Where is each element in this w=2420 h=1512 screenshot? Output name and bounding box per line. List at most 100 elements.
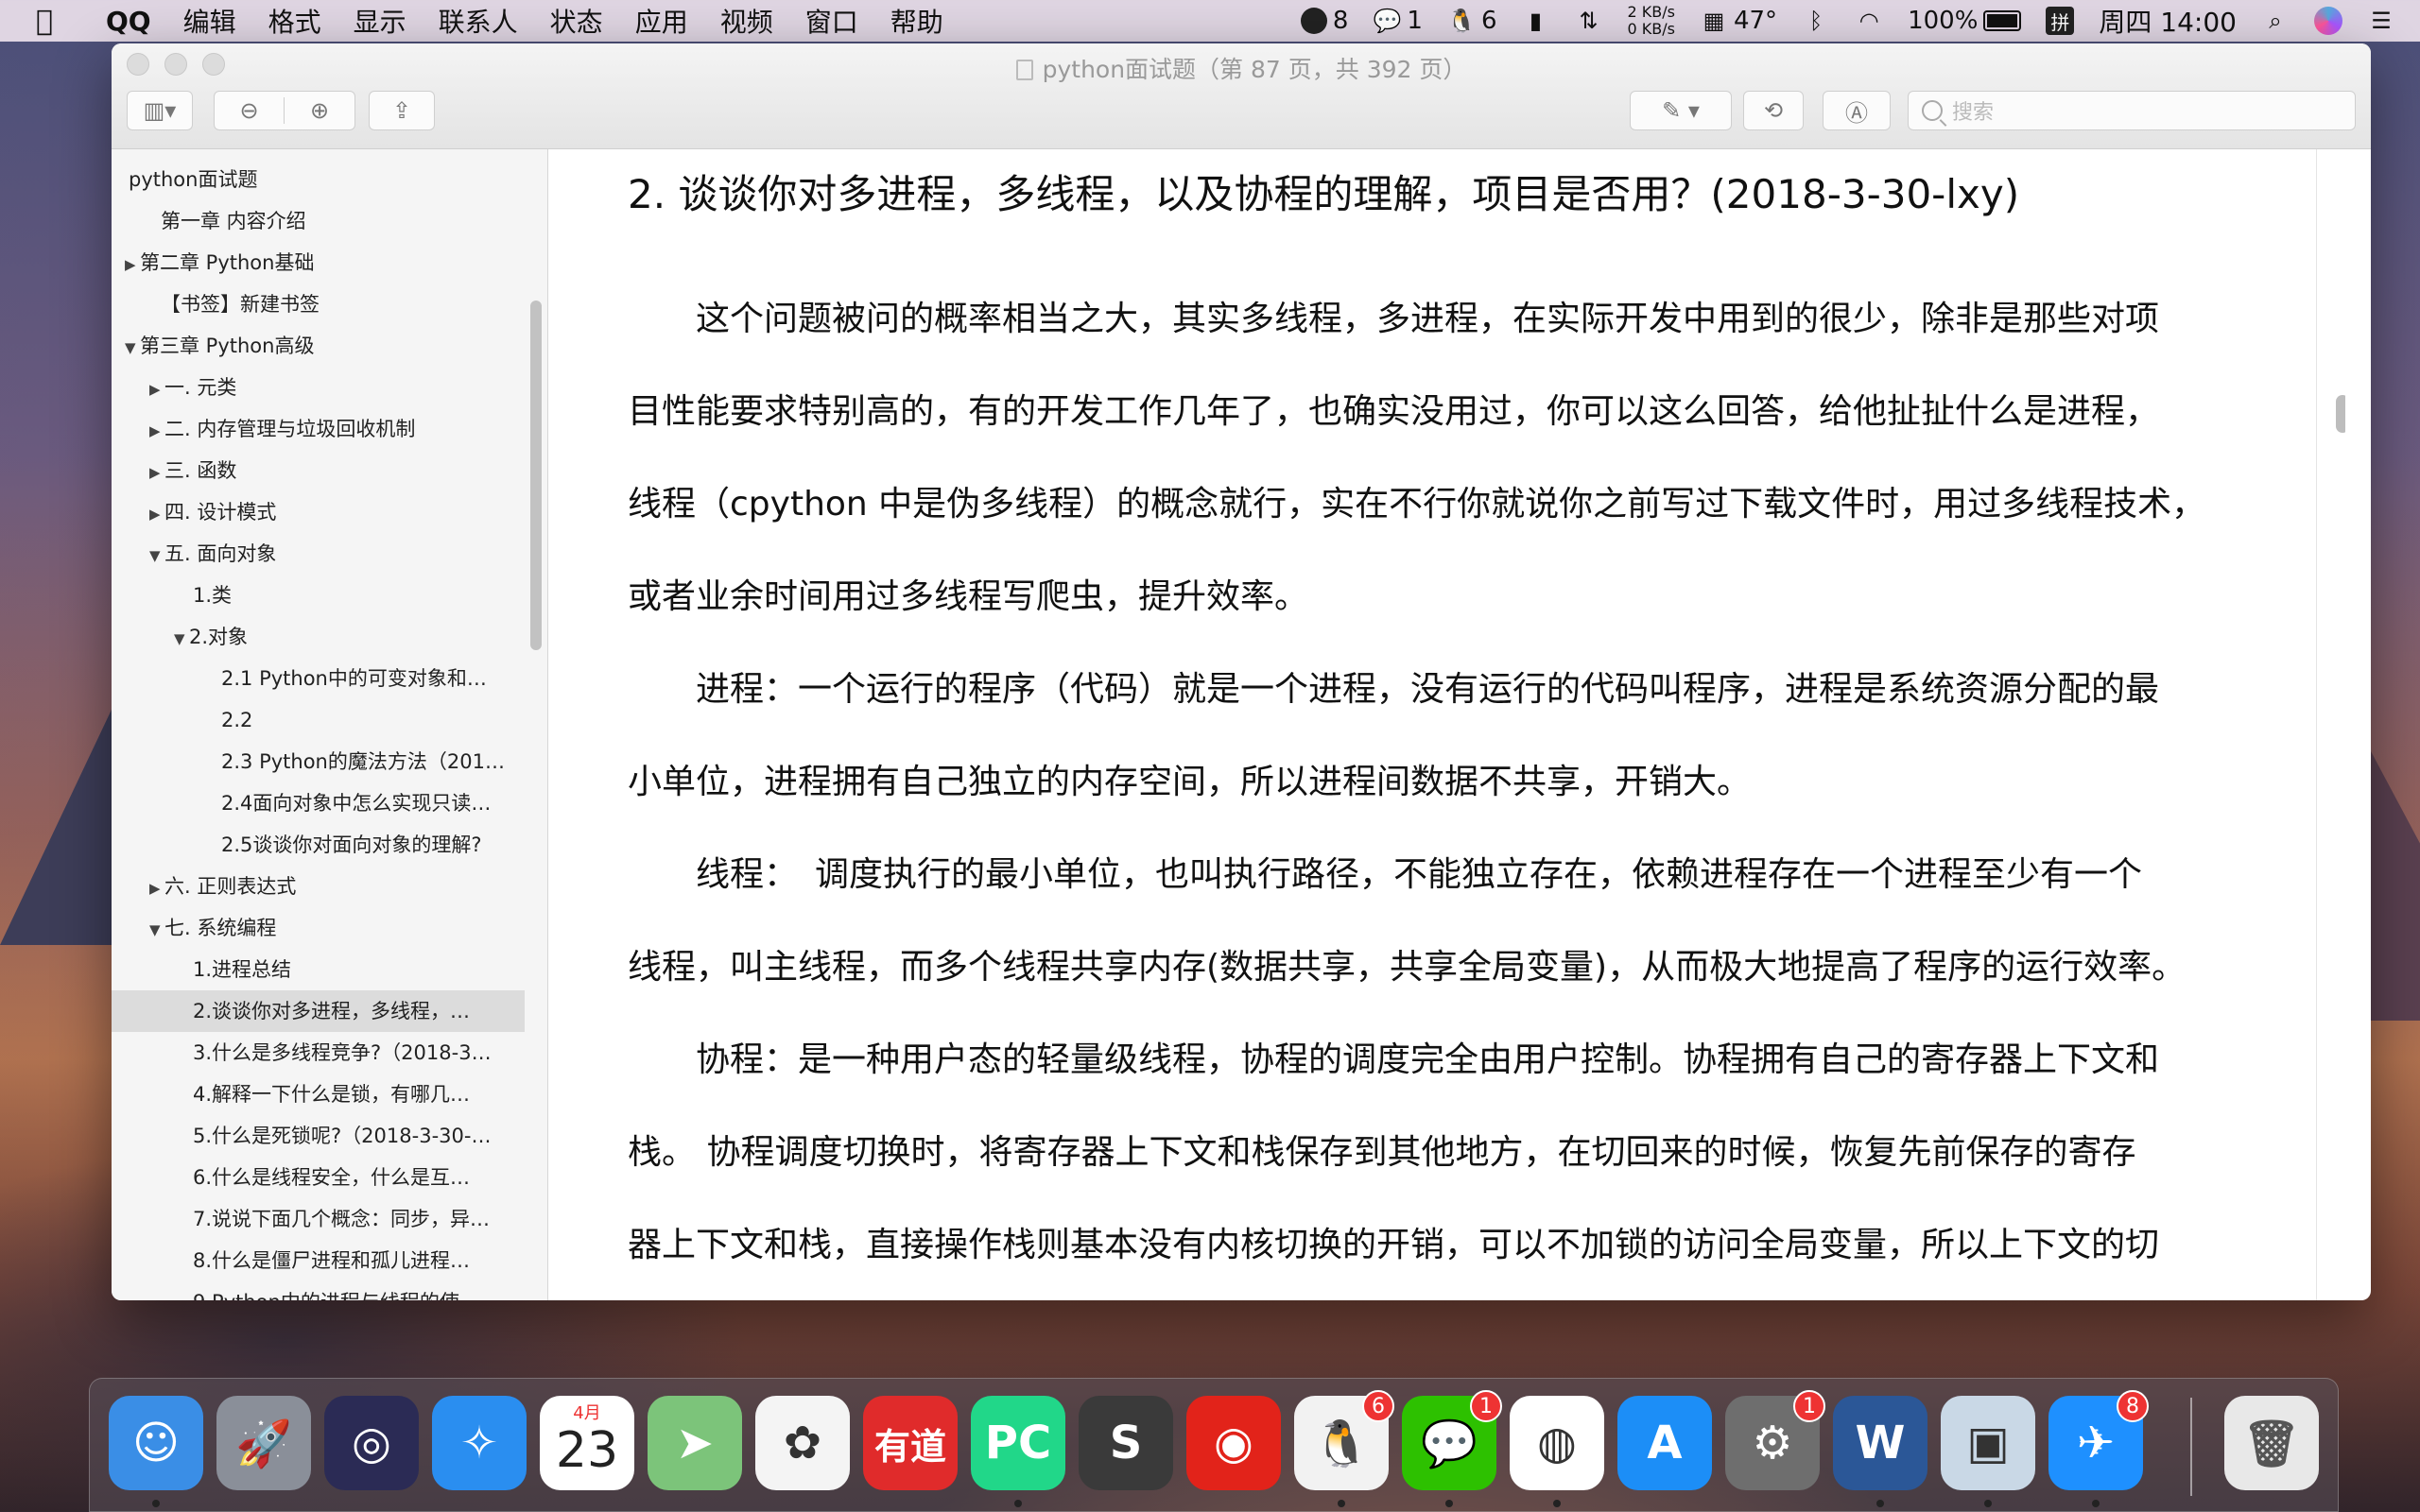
disclosure-right-icon[interactable]: ▶: [125, 244, 140, 284]
toc-item[interactable]: 3.什么是多线程竞争?（2018-3…: [112, 1032, 547, 1074]
status-qq[interactable]: 🐧 6: [1447, 7, 1497, 35]
dock-app-chrome[interactable]: ◍: [1510, 1396, 1604, 1490]
toc-item[interactable]: 2.5谈谈你对面向对象的理解?: [112, 824, 547, 866]
dock-app-netease-music[interactable]: ◉: [1186, 1396, 1281, 1490]
zoom-out-icon[interactable]: ⊖: [215, 97, 285, 124]
toc-item[interactable]: ▼ 2.对象: [112, 616, 547, 658]
menu-edit[interactable]: 编辑: [183, 2, 236, 40]
menu-contacts[interactable]: 联系人: [439, 2, 518, 40]
menu-app-name[interactable]: QQ: [106, 6, 151, 37]
menu-window[interactable]: 窗口: [805, 2, 858, 40]
toc-list: python面试题 第一章 内容介绍 ▶ 第二章 Python基础 【书签】新建书签 ▼ 第…: [112, 149, 547, 1300]
menu-view[interactable]: 显示: [354, 2, 406, 40]
dock-app-calendar[interactable]: 4月 23: [540, 1396, 634, 1490]
dock-app-system-preferences[interactable]: ⚙ 1: [1725, 1390, 1825, 1490]
toc-item[interactable]: 2.3 Python的魔法方法（201…: [112, 741, 547, 782]
toc-item-label: 1.进程总结: [193, 958, 292, 981]
toc-item[interactable]: ▼ 七. 系统编程: [112, 907, 547, 949]
disclosure-right-icon[interactable]: ▶: [149, 369, 164, 408]
toc-item[interactable]: 2.4面向对象中怎么实现只读…: [112, 782, 547, 824]
annotate-button[interactable]: Ⓐ: [1823, 91, 1891, 130]
toc-item[interactable]: 第一章 内容介绍: [112, 200, 547, 242]
toc-item[interactable]: 7.说说下面几个概念：同步，异…: [112, 1198, 547, 1240]
status-item-1[interactable]: 8: [1300, 7, 1349, 35]
menu-help[interactable]: 帮助: [890, 2, 943, 40]
apple-menu-icon[interactable]: : [36, 5, 78, 38]
input-method-icon[interactable]: 拼: [2046, 7, 2075, 35]
status-item-1-count: 8: [1332, 7, 1349, 35]
battery-status[interactable]: 100%: [1908, 7, 2022, 35]
rotate-button[interactable]: ⟲: [1743, 91, 1804, 130]
toc-item[interactable]: 2.1 Python中的可变对象和…: [112, 658, 547, 699]
menu-status[interactable]: 状态: [550, 2, 603, 40]
toc-item[interactable]: ▶ 二. 内存管理与垃圾回收机制: [112, 408, 547, 450]
menu-clock[interactable]: 周四 14:00: [2099, 2, 2237, 40]
dock-app-pycharm[interactable]: PC: [971, 1396, 1065, 1490]
disclosure-right-icon[interactable]: ▶: [149, 452, 164, 491]
toc-item[interactable]: 5.什么是死锁呢?（2018-3-30-…: [112, 1115, 547, 1157]
toc-item[interactable]: 2.2: [112, 699, 547, 741]
spotlight-search-icon[interactable]: ⌕: [2261, 7, 2290, 35]
window-title-text: python面试题（第 87 页，共 392 页）: [1042, 56, 1467, 83]
bluetooth-icon[interactable]: ᛒ: [1802, 7, 1830, 35]
dock-app-launchpad[interactable]: 🚀: [216, 1396, 311, 1490]
disclosure-right-icon[interactable]: ▶: [149, 410, 164, 450]
sidebar-scrollbar[interactable]: [530, 301, 542, 650]
toc-item[interactable]: ▶ 四. 设计模式: [112, 491, 547, 533]
toc-item[interactable]: ▼ 五. 面向对象: [112, 533, 547, 575]
share-button[interactable]: ⇪: [369, 91, 435, 130]
dock-app-word[interactable]: W: [1833, 1396, 1927, 1490]
toc-item[interactable]: 9.Python中的进程与线程的使…: [112, 1281, 547, 1300]
toc-item[interactable]: ▼ 第三章 Python高级: [112, 325, 547, 367]
toc-item[interactable]: ▶ 三. 函数: [112, 450, 547, 491]
toc-item[interactable]: 4.解释一下什么是锁，有哪几…: [112, 1074, 547, 1115]
safari-icon: ✧: [459, 1417, 499, 1469]
dock-app-siri[interactable]: ◎: [324, 1396, 419, 1490]
toc-item[interactable]: ▶ 一. 元类: [112, 367, 547, 408]
disclosure-down-icon[interactable]: ▼: [174, 618, 189, 658]
sidebar-toggle-button[interactable]: ▥▾: [127, 91, 193, 130]
disclosure-down-icon[interactable]: ▼: [149, 909, 164, 949]
toc-item[interactable]: ▶ 第二章 Python基础: [112, 242, 547, 284]
dock-app-youdao[interactable]: 有道: [863, 1396, 958, 1490]
dock-app-qq[interactable]: 🐧 6: [1294, 1390, 1394, 1490]
menu-video[interactable]: 视频: [720, 2, 773, 40]
dock-app-app-store[interactable]: A: [1617, 1396, 1712, 1490]
disclosure-down-icon[interactable]: ▼: [149, 535, 164, 575]
dock-app-sublime-text[interactable]: S: [1079, 1396, 1173, 1490]
toc-item[interactable]: 1.进程总结: [112, 949, 547, 990]
notification-center-icon[interactable]: ☰: [2367, 7, 2395, 35]
menu-apps[interactable]: 应用: [635, 2, 688, 40]
toc-item[interactable]: 6.什么是线程安全，什么是互…: [112, 1157, 547, 1198]
toc-item[interactable]: 2.谈谈你对多进程，多线程，…: [112, 990, 525, 1032]
markup-button[interactable]: ✎ ▾: [1630, 91, 1732, 130]
toc-item[interactable]: 【书签】新建书签: [112, 284, 547, 325]
wifi-icon[interactable]: ◠: [1855, 7, 1883, 35]
document-scrollbar[interactable]: [2336, 395, 2345, 433]
dock-app-dingtalk[interactable]: ✈ 8: [2048, 1390, 2149, 1490]
disclosure-down-icon[interactable]: ▼: [125, 327, 140, 367]
toc-item[interactable]: ▶ 六. 正则表达式: [112, 866, 547, 907]
siri-icon[interactable]: [2314, 7, 2342, 35]
dock-app-finder[interactable]: ☺: [109, 1396, 203, 1490]
zoom-in-icon[interactable]: ⊕: [285, 97, 354, 124]
memory-monitor-icon[interactable]: ▮: [1522, 7, 1550, 35]
toc-item[interactable]: 1.类: [112, 575, 547, 616]
dock-app-preview[interactable]: ▣: [1941, 1396, 2035, 1490]
dock-app-trash[interactable]: 🗑: [2224, 1396, 2319, 1490]
dock-app-wechat[interactable]: 💬 1: [1402, 1390, 1502, 1490]
disclosure-right-icon[interactable]: ▶: [149, 868, 164, 907]
toc-item[interactable]: python面试题: [112, 159, 547, 200]
menu-format[interactable]: 格式: [268, 2, 321, 40]
dock-app-maps[interactable]: ➤: [648, 1396, 742, 1490]
disclosure-right-icon[interactable]: ▶: [149, 493, 164, 533]
pen-icon: ✎ ▾: [1662, 97, 1700, 124]
cpu-sensor-icon: ▦: [1703, 8, 1725, 34]
toc-item[interactable]: 8.什么是僵尸进程和孤儿进程…: [112, 1240, 547, 1281]
dock-app-safari[interactable]: ✧: [432, 1396, 527, 1490]
status-wechat[interactable]: 💬 1: [1373, 7, 1423, 35]
search-field[interactable]: 搜索: [1908, 91, 2356, 130]
network-monitor-icon[interactable]: ⇅: [1575, 7, 1603, 35]
status-temperature[interactable]: ▦ 47°: [1700, 7, 1777, 35]
dock-app-photos[interactable]: ✿: [755, 1396, 850, 1490]
